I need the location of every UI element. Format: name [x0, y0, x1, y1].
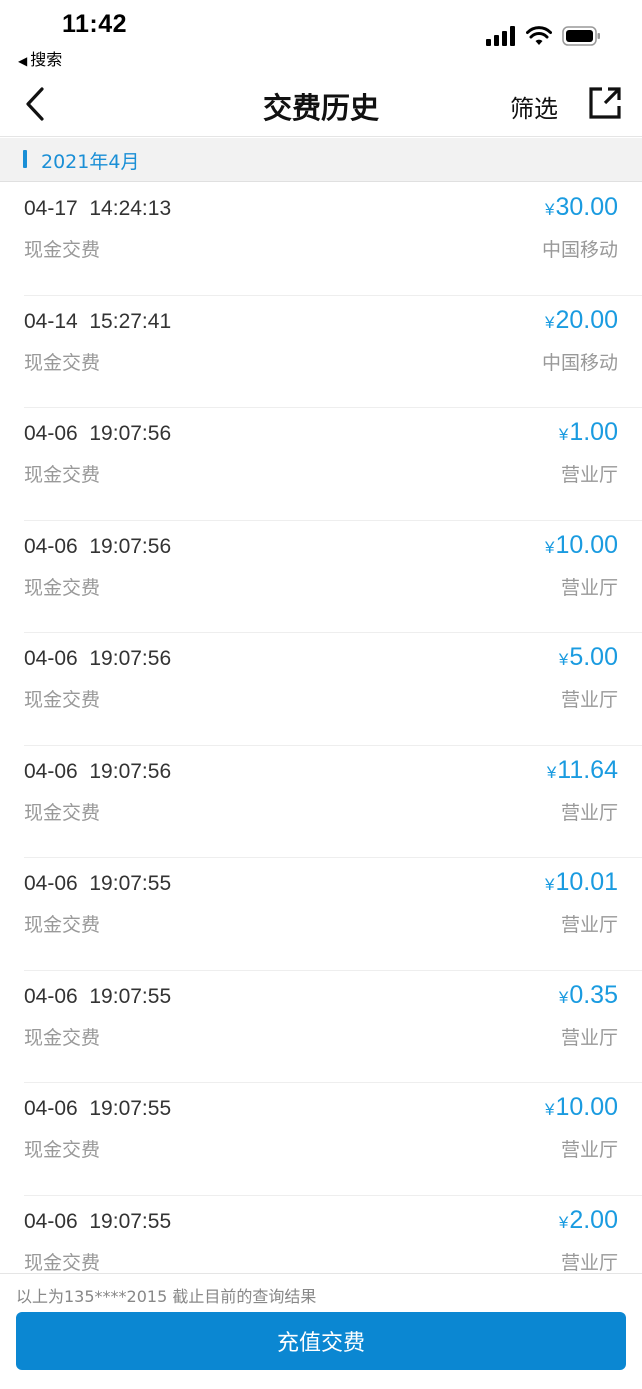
payment-record-row[interactable]: 04-06 19:07:56 现金交费 ¥10.00 营业厅 — [0, 521, 642, 634]
record-channel: 营业厅 — [560, 689, 618, 711]
month-section-header: 2021年4月 — [0, 138, 642, 182]
record-time: 04-17 14:24:13 — [24, 197, 172, 220]
record-type: 现金交费 — [24, 1139, 101, 1161]
record-channel: 营业厅 — [560, 464, 618, 486]
currency-symbol: ¥ — [544, 312, 555, 332]
status-back-link[interactable]: ◀ 搜索 — [18, 46, 62, 70]
record-channel: 营业厅 — [560, 914, 618, 936]
currency-symbol: ¥ — [544, 875, 555, 894]
currency-symbol: ¥ — [544, 200, 555, 219]
payment-record-row[interactable]: 04-06 19:07:56 现金交费 ¥1.00 营业厅 — [0, 408, 642, 521]
currency-symbol: ¥ — [558, 1212, 569, 1232]
record-amount-value: 1.00 — [569, 418, 618, 446]
record-amount-value: 5.00 — [569, 643, 618, 671]
record-amount-value: 2.00 — [569, 1205, 618, 1234]
record-amount-value: 10.00 — [555, 1093, 618, 1121]
payment-record-row[interactable]: 04-06 19:07:55 现金交费 ¥2.00 营业厅 — [0, 1196, 642, 1274]
record-type: 现金交费 — [24, 1026, 101, 1049]
navigation-bar: 交费历史 筛选 — [0, 70, 642, 137]
record-type: 现金交费 — [24, 464, 101, 486]
record-amount: ¥11.64 — [547, 756, 618, 785]
payment-record-row[interactable]: 04-06 19:07:56 现金交费 ¥5.00 营业厅 — [0, 633, 642, 746]
record-amount: ¥1.00 — [559, 418, 618, 447]
record-amount: ¥10.00 — [545, 1093, 618, 1122]
payment-record-row[interactable]: 04-06 19:07:55 现金交费 ¥0.35 营业厅 — [0, 971, 642, 1084]
record-amount: ¥5.00 — [559, 643, 618, 672]
section-marker — [23, 150, 27, 168]
record-channel: 营业厅 — [560, 801, 618, 824]
signal-icon — [486, 26, 515, 46]
record-time: 04-06 19:07:55 — [24, 984, 172, 1008]
record-amount: ¥10.01 — [545, 868, 618, 897]
record-type: 现金交费 — [24, 914, 101, 936]
record-amount-value: 30.00 — [555, 193, 618, 221]
record-amount: ¥20.00 — [545, 306, 618, 335]
filter-button[interactable]: 筛选 — [510, 89, 558, 124]
section-title: 2021年4月 — [41, 151, 140, 173]
currency-symbol: ¥ — [558, 425, 569, 444]
record-type: 现金交费 — [24, 239, 101, 261]
currency-symbol: ¥ — [558, 650, 569, 669]
back-triangle-icon: ◀ — [18, 54, 28, 68]
record-time: 04-06 19:07:56 — [24, 647, 172, 670]
status-back-label: 搜索 — [30, 50, 63, 69]
footer: 以上为135****2015 截止目前的查询结果 充值交费 — [0, 1273, 642, 1389]
record-time: 04-06 19:07:55 — [24, 872, 172, 895]
payment-record-row[interactable]: 04-17 14:24:13 现金交费 ¥30.00 中国移动 — [0, 183, 642, 296]
record-amount: ¥10.00 — [545, 531, 618, 560]
recharge-button[interactable]: 充值交费 — [16, 1312, 626, 1370]
currency-symbol: ¥ — [544, 1100, 555, 1119]
record-amount: ¥0.35 — [559, 981, 618, 1010]
record-type: 现金交费 — [24, 801, 101, 824]
record-time: 04-06 19:07:55 — [24, 1097, 172, 1120]
record-channel: 中国移动 — [541, 351, 618, 374]
payment-record-row[interactable]: 04-06 19:07:55 现金交费 ¥10.00 营业厅 — [0, 1083, 642, 1196]
currency-symbol: ¥ — [544, 537, 555, 557]
payment-record-row[interactable]: 04-14 15:27:41 现金交费 ¥20.00 中国移动 — [0, 296, 642, 409]
record-amount-value: 20.00 — [555, 305, 618, 334]
record-amount-value: 11.64 — [557, 755, 618, 784]
query-result-note: 以上为135****2015 截止目前的查询结果 — [16, 1287, 317, 1306]
status-icons — [486, 24, 602, 48]
payment-record-list: 04-17 14:24:13 现金交费 ¥30.00 中国移动 04-14 15:27:… — [0, 183, 642, 1273]
record-time: 04-06 19:07:55 — [24, 1209, 172, 1233]
record-time: 04-06 19:07:56 — [24, 759, 172, 783]
record-channel: 营业厅 — [560, 1251, 618, 1274]
status-bar: 11:42 ◀ 搜索 — [0, 0, 642, 70]
share-icon[interactable] — [588, 86, 622, 120]
payment-record-row[interactable]: 04-06 19:07:55 现金交费 ¥10.01 营业厅 — [0, 858, 642, 971]
record-channel: 营业厅 — [560, 576, 618, 599]
record-amount-value: 0.35 — [569, 980, 618, 1009]
record-type: 现金交费 — [24, 576, 101, 599]
record-time: 04-06 19:07:56 — [24, 422, 172, 445]
record-time: 04-14 15:27:41 — [24, 309, 172, 333]
payment-record-row[interactable]: 04-06 19:07:56 现金交费 ¥11.64 营业厅 — [0, 746, 642, 859]
record-type: 现金交费 — [24, 351, 101, 374]
record-amount-value: 10.01 — [555, 868, 618, 896]
record-channel: 营业厅 — [560, 1139, 618, 1161]
record-channel: 中国移动 — [541, 239, 618, 261]
record-channel: 营业厅 — [560, 1026, 618, 1049]
record-time: 04-06 19:07:56 — [24, 534, 172, 558]
status-time: 11:42 — [62, 10, 128, 38]
battery-icon — [562, 26, 600, 46]
record-type: 现金交费 — [24, 1251, 101, 1274]
record-amount: ¥30.00 — [545, 193, 618, 222]
currency-symbol: ¥ — [558, 987, 569, 1007]
record-type: 现金交费 — [24, 689, 101, 711]
record-amount: ¥2.00 — [559, 1206, 618, 1235]
record-amount-value: 10.00 — [555, 530, 618, 559]
currency-symbol: ¥ — [546, 762, 557, 782]
wifi-icon — [526, 26, 552, 45]
